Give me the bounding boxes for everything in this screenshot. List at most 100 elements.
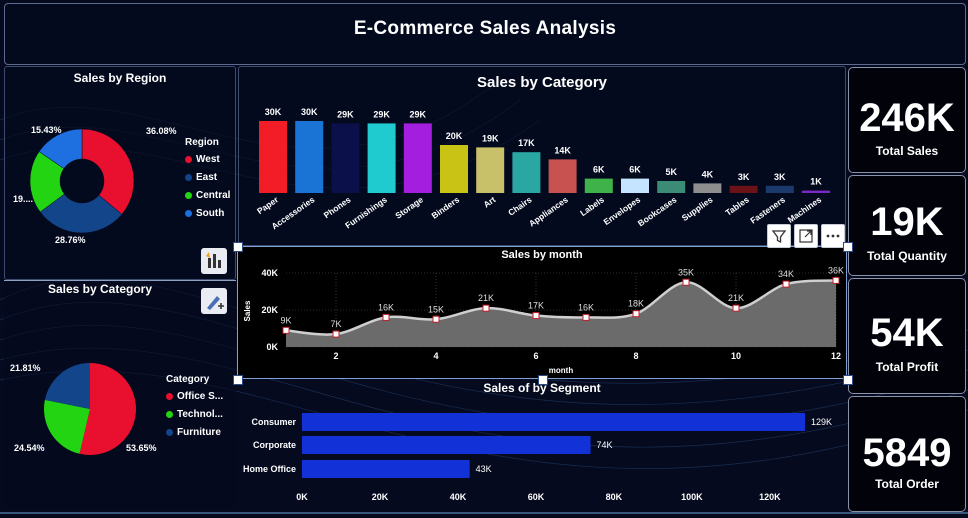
segment-bar-home-office[interactable] (302, 460, 470, 478)
bar-accessories[interactable] (295, 121, 324, 193)
bar-category-label: Paper (255, 194, 281, 216)
bar-value-label: 5K (665, 167, 677, 177)
month-point[interactable] (632, 310, 640, 318)
category-legend-item[interactable]: Office S... (166, 387, 223, 405)
bar-value-label: 4K (702, 169, 714, 179)
kpi-card-total-quantity[interactable]: 19K Total Quantity (848, 175, 966, 276)
bar-labels[interactable] (584, 178, 613, 193)
focus-mode-button[interactable] (794, 224, 818, 248)
filter-button[interactable] (767, 224, 791, 248)
region-slice-label: 36.08% (146, 126, 177, 136)
bar-binders[interactable] (440, 145, 468, 193)
legend-label: Office S... (177, 390, 224, 402)
bar-phones[interactable] (331, 123, 360, 193)
x-tick-label: 20K (372, 492, 389, 502)
bar-bookcases[interactable] (657, 181, 686, 193)
category-legend-title: Category (166, 374, 210, 385)
month-point[interactable] (282, 326, 290, 334)
bar-supplies[interactable] (693, 183, 722, 193)
sales-by-category-bar-card[interactable]: Sales by Category 30K Paper 30K Accessories… (238, 66, 846, 246)
month-value-label: 17K (528, 301, 544, 311)
bar-machines[interactable] (802, 190, 830, 193)
segment-category-label: Home Office (243, 464, 296, 474)
legend-marker (185, 155, 192, 163)
legend-label: West (196, 153, 220, 165)
kpi-card-total-sales[interactable]: 246K Total Sales (848, 67, 966, 173)
region-legend-title: Region (185, 137, 219, 148)
month-point[interactable] (782, 280, 790, 288)
month-point[interactable] (582, 313, 590, 321)
bar-furnishings[interactable] (367, 123, 396, 193)
bar-envelopes[interactable] (621, 178, 649, 193)
region-legend-item[interactable]: West (185, 150, 230, 168)
segment-bar-chart[interactable]: Consumer 129K Corporate 74K Home Office 43K 0K… (238, 380, 846, 508)
month-point[interactable] (732, 304, 740, 312)
bar-value-label: 6K (593, 165, 605, 175)
month-point[interactable] (432, 315, 440, 323)
chart-type-button[interactable] (201, 248, 227, 274)
bar-appliances[interactable] (548, 159, 577, 193)
bar-tables[interactable] (729, 185, 758, 193)
bar-paper[interactable] (259, 121, 287, 193)
x-tick-label: 4 (433, 351, 438, 361)
sales-by-segment-card[interactable]: Sales of by Segment Consumer 129K Corporat… (238, 380, 846, 510)
bar-art[interactable] (476, 147, 505, 193)
segment-category-label: Corporate (253, 440, 296, 450)
legend-marker (185, 191, 192, 199)
resize-handle-bottom-right[interactable] (843, 375, 853, 385)
category-legend-item[interactable]: Furniture (166, 423, 223, 441)
region-legend-item[interactable]: Central (185, 186, 230, 204)
y-tick-label: 0K (266, 342, 278, 352)
category-bar-chart[interactable]: 30KPaper30KAccessories29KPhones29KFurnis… (239, 67, 845, 245)
category-legend-item[interactable]: Technol... (166, 405, 223, 423)
month-area-chart[interactable]: 0K 20K 40K 2 4 6 8 10 12 9K 7K 16K 15K 21K 17K 16K 18K 35… (238, 247, 846, 378)
month-value-label: 21K (728, 293, 744, 303)
region-legend-item[interactable]: South (185, 204, 230, 222)
segment-bar-consumer[interactable] (302, 413, 805, 431)
resize-handle-bottom-left[interactable] (233, 375, 243, 385)
kpi-label: Total Profit (875, 360, 939, 374)
format-visual-button[interactable] (201, 288, 227, 314)
x-tick-label: 10 (731, 351, 741, 361)
focus-mode-icon (799, 229, 813, 243)
month-point[interactable] (682, 278, 690, 286)
kpi-card-total-order[interactable]: 5849 Total Order (848, 396, 966, 512)
month-point[interactable] (832, 276, 840, 284)
legend-label: Furniture (177, 426, 221, 438)
bar-value-label: 17K (518, 138, 535, 148)
sales-by-month-card[interactable]: Sales by month 0K 20K 40K 2 4 6 8 10 12 9K 7K 16K 15… (237, 246, 847, 379)
month-point[interactable] (482, 304, 490, 312)
more-options-button[interactable] (821, 224, 845, 248)
legend-marker (185, 173, 192, 181)
month-value-label: 16K (378, 302, 394, 312)
month-point[interactable] (332, 330, 340, 338)
bar-value-label: 20K (446, 131, 463, 141)
kpi-card-total-profit[interactable]: 54K Total Profit (848, 278, 966, 394)
resize-handle-top-right[interactable] (843, 242, 853, 252)
bar-storage[interactable] (403, 123, 432, 193)
segment-bar-corporate[interactable] (302, 436, 591, 454)
region-donut-chart[interactable] (7, 111, 147, 251)
category-slice-label: 21.81% (10, 363, 41, 373)
bar-fasteners[interactable] (765, 185, 794, 193)
resize-handle-bottom-middle[interactable] (538, 375, 548, 385)
chart-type-icon (206, 252, 221, 268)
resize-handle-top-left[interactable] (233, 242, 243, 252)
legend-marker (185, 209, 192, 217)
segment-value-label: 74K (597, 440, 613, 450)
region-legend-item[interactable]: East (185, 168, 230, 186)
x-tick-label: 40K (450, 492, 467, 502)
month-value-label: 21K (478, 293, 494, 303)
sales-by-category-pie-card[interactable]: Sales by Category Category Office S... Te… (4, 280, 236, 508)
region-slice-label: 28.76% (55, 235, 86, 245)
segment-value-label: 43K (476, 464, 492, 474)
bar-chairs[interactable] (512, 152, 541, 193)
kpi-value: 246K (859, 96, 955, 140)
bar-category-label: Labels (578, 194, 606, 218)
legend-label: South (196, 207, 225, 219)
y-tick-label: 40K (261, 268, 278, 278)
month-point[interactable] (532, 312, 540, 320)
x-tick-label: 60K (528, 492, 545, 502)
legend-marker (166, 410, 173, 418)
month-point[interactable] (382, 313, 390, 321)
